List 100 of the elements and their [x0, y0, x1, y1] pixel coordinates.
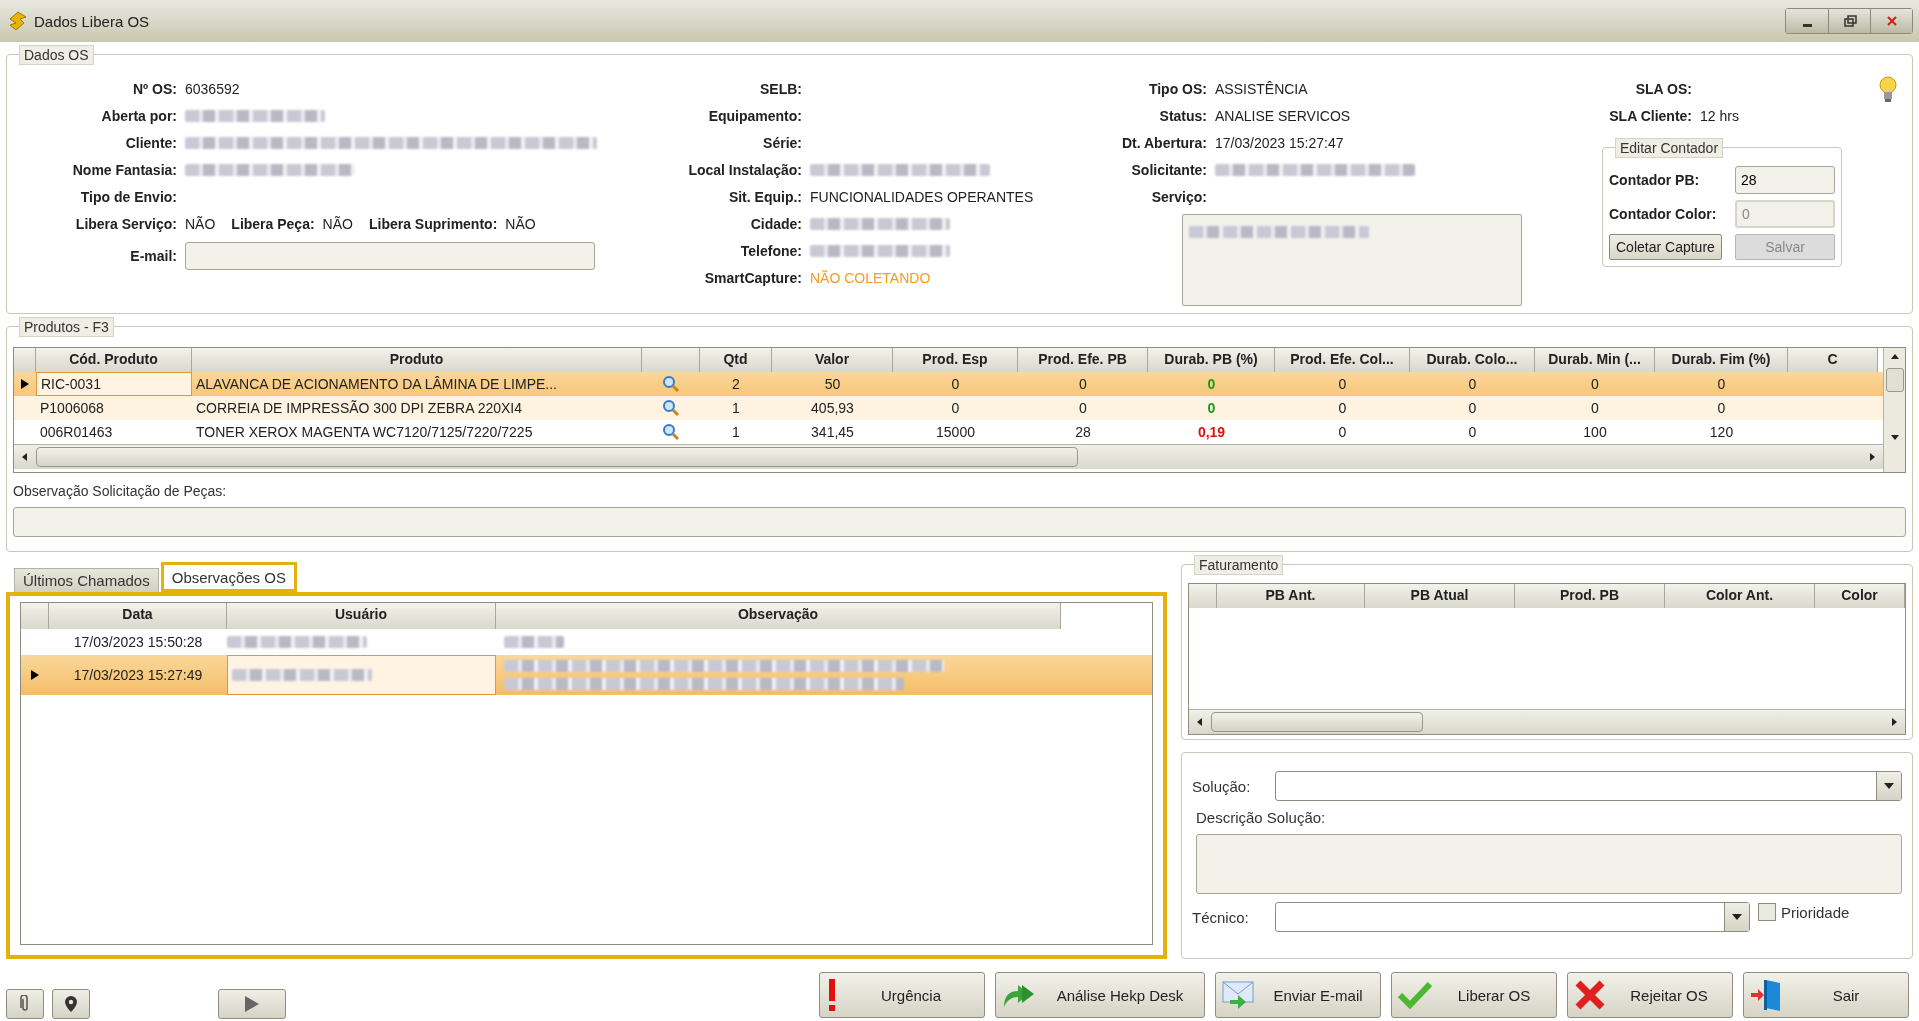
caret-icon — [1732, 914, 1742, 920]
technician-dropdown[interactable] — [1275, 902, 1750, 932]
table-cell-text: 17/03/2023 15:27:49 — [72, 666, 204, 685]
column-header: Prod. Efe. PB — [1018, 348, 1148, 372]
table-cell-text: 0,19 — [1196, 423, 1227, 442]
counter-field[interactable]: 28 — [1735, 166, 1835, 194]
scroll-down-icon[interactable] — [1889, 432, 1900, 442]
scroll-thumb[interactable] — [36, 447, 1078, 467]
tab[interactable]: Observações OS — [160, 562, 297, 592]
table-cell-text: CORREIA DE IMPRESSÃO 300 DPI ZEBRA 220XI4 — [195, 399, 523, 418]
restore-icon — [1842, 14, 1857, 28]
action-button[interactable]: Sair — [1743, 972, 1909, 1018]
close-button[interactable] — [1870, 9, 1912, 33]
service-text-area[interactable] — [1182, 214, 1522, 306]
field-value: 17/03/2023 15:27:47 — [1215, 135, 1344, 151]
column-header: Durab. Min (... — [1535, 348, 1655, 372]
search-icon[interactable] — [662, 375, 680, 393]
table-cell-text: 50 — [823, 375, 842, 394]
table-cell-text: 0 — [1716, 375, 1727, 394]
field-label: Serviço: — [1150, 189, 1208, 205]
attach-button[interactable] — [6, 989, 44, 1019]
column-header: Valor — [772, 348, 893, 372]
play-icon — [244, 995, 260, 1013]
restore-button[interactable] — [1828, 9, 1870, 33]
solution-description-field[interactable] — [1196, 834, 1902, 894]
table-cell-text: 1 — [731, 423, 741, 442]
email-field[interactable] — [185, 242, 595, 270]
table-cell-text: 0 — [1078, 399, 1088, 418]
map-pin-icon — [64, 995, 78, 1013]
column-header: Cód. Produto — [36, 348, 192, 372]
scroll-up-icon[interactable] — [1889, 352, 1900, 362]
table-cell-text: 006R01463 — [39, 423, 114, 442]
scroll-thumb[interactable] — [1211, 712, 1423, 732]
group-title: Editar Contador — [1615, 138, 1724, 158]
counter-button[interactable]: Coletar Capture — [1609, 234, 1722, 260]
search-icon[interactable] — [662, 399, 680, 417]
table-row[interactable]: 17/03/2023 15:27:49 — [21, 655, 1152, 695]
play-button[interactable] — [218, 989, 286, 1019]
table-row[interactable]: P1006068 CORREIA DE IMPRESSÃO 300 DPI ZEBRA 220XI4 1 405,93 0 0 0 0 0 0 0 — [14, 396, 1883, 420]
field-label: SmartCapture: — [703, 270, 803, 286]
table-cell: RIC-0031 — [36, 372, 192, 396]
scroll-thumb[interactable] — [1885, 368, 1904, 392]
column-header: Prod. Efe. Col... — [1275, 348, 1410, 372]
row-pointer-icon — [21, 379, 29, 389]
caret-icon — [1884, 783, 1894, 789]
table-cell-text: 0 — [950, 399, 961, 418]
column-header: Qtd — [700, 348, 772, 372]
scroll-left-icon[interactable] — [20, 452, 30, 462]
column-header: Produto — [192, 348, 642, 372]
field-label: Cidade: — [749, 216, 803, 232]
field-label: Libera Serviço: — [74, 216, 178, 232]
action-button[interactable]: Análise Hekp Desk — [995, 972, 1205, 1018]
location-button[interactable] — [52, 989, 90, 1019]
field-label: Sit. Equip.: — [727, 189, 803, 205]
group-title: Faturamento — [1194, 555, 1284, 575]
action-button[interactable]: Enviar E-mail — [1215, 972, 1381, 1018]
field-value: ASSISTÊNCIA — [1215, 81, 1308, 97]
parts-observation-field[interactable] — [13, 507, 1906, 537]
solution-dropdown[interactable] — [1275, 771, 1902, 801]
table-cell-text: 100 — [1582, 423, 1608, 442]
table-cell-text: 0 — [1590, 399, 1600, 418]
minimize-button[interactable] — [1786, 9, 1828, 33]
action-button[interactable]: Liberar OS — [1391, 972, 1557, 1018]
field-value: FUNCIONALIDADES OPERANTES — [810, 189, 1034, 205]
column-header: C — [1788, 348, 1878, 372]
priority-checkbox[interactable]: Prioridade — [1758, 903, 1850, 921]
table-row[interactable]: 17/03/2023 15:50:28 — [21, 629, 1152, 655]
horizontal-scrollbar[interactable] — [1189, 709, 1905, 734]
scroll-left-icon[interactable] — [1195, 717, 1205, 727]
field-label: Status: — [1158, 108, 1208, 124]
minimize-icon — [1802, 23, 1812, 27]
scroll-right-icon[interactable] — [1867, 452, 1877, 462]
field-label: Nome Fantasia: — [71, 162, 178, 178]
action-button[interactable]: Urgência — [819, 972, 985, 1018]
action-button[interactable]: Rejeitar OS — [1567, 972, 1733, 1018]
column-header — [21, 603, 49, 629]
field-label: Contador PB: — [1609, 172, 1701, 188]
field-label: Técnico: — [1192, 908, 1250, 926]
field-value: ANALISE SERVICOS — [1215, 108, 1351, 124]
scroll-right-icon[interactable] — [1889, 717, 1899, 727]
table-cell-text: 0 — [1716, 399, 1727, 418]
search-icon[interactable] — [662, 423, 680, 441]
table-cell-text: 0 — [1337, 423, 1348, 442]
field-label: Libera Suprimento: — [367, 216, 499, 232]
field-label: Telefone: — [739, 243, 803, 259]
table-cell-text: TONER XEROX MAGENTA WC7120/7125/7220/7225 — [195, 423, 534, 442]
table-cell-text: 0 — [1590, 375, 1600, 394]
table-cell-text: ALAVANCA DE ACIONAMENTO DA LÂMINA DE LIMPE... — [195, 375, 558, 394]
horizontal-scrollbar[interactable] — [14, 444, 1883, 469]
table-cell-text: 0 — [1337, 399, 1348, 418]
table-cell-text: 28 — [1074, 423, 1092, 442]
table-cell-text: 120 — [1708, 423, 1735, 442]
exclamation-icon — [826, 979, 838, 1011]
column-header: Color Ant. — [1665, 584, 1815, 608]
table-row[interactable]: RIC-0031 ALAVANCA DE ACIONAMENTO DA LÂMINA DE LIMPE... 2 50 0 0 0 0 0 0 0 — [14, 372, 1883, 396]
field-label: Contador Color: — [1609, 206, 1717, 222]
tab[interactable]: Últimos Chamados — [14, 568, 159, 592]
field-value: 12 hrs — [1700, 108, 1739, 124]
checkmark-icon — [1398, 981, 1432, 1009]
vertical-scrollbar[interactable] — [1883, 348, 1905, 472]
